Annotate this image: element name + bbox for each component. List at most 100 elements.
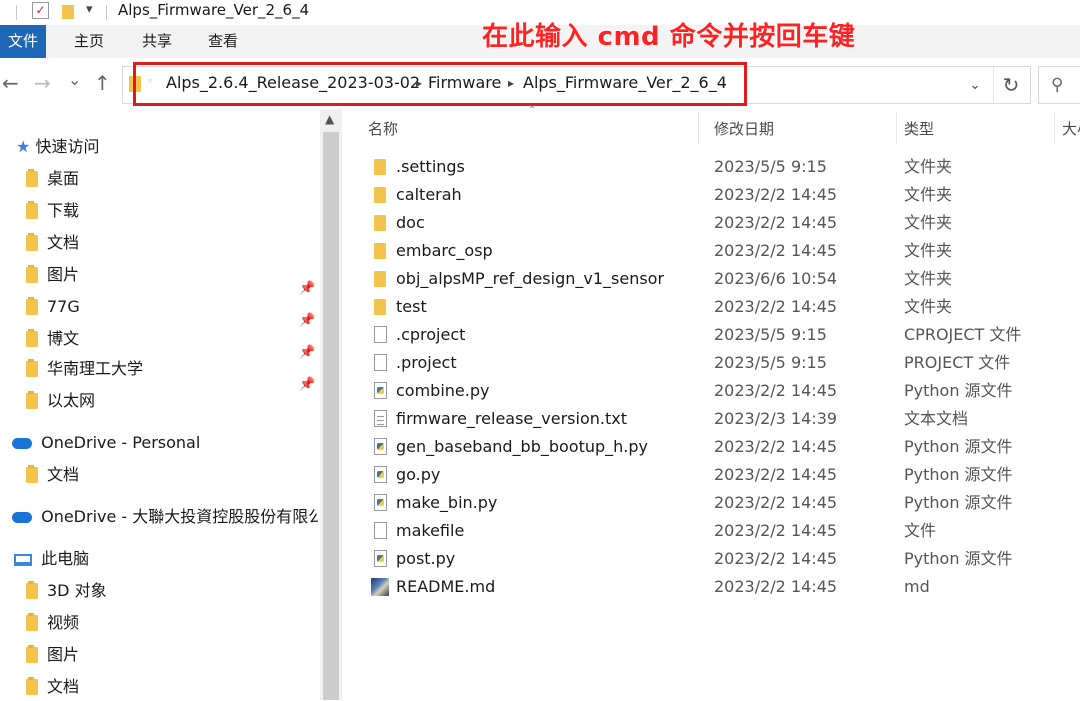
file-row[interactable]: test 2023/2/2 14:45 文件夹 [342,293,1080,321]
sidebar-item-pictures[interactable]: 图片 [26,261,79,289]
file-row[interactable]: .project 2023/5/5 9:15 PROJECT 文件 [342,349,1080,377]
navigation-pane: ★ 快速访问 桌面 📌 下载 📌 文档 📌 图片 📌 77G 博文 华南理工大学… [0,110,320,700]
sidebar-item-downloads[interactable]: 下载 [26,197,79,225]
sidebar-scrollbar[interactable]: ▲ [320,110,342,700]
star-icon: ★ [16,137,31,156]
file-row[interactable]: README.md 2023/2/2 14:45 md [342,573,1080,601]
sidebar-item-ethernet[interactable]: 以太网 [26,387,95,415]
tab-file[interactable]: 文件 [0,25,46,58]
folder-icon [26,391,38,409]
pin-icon[interactable]: 📌 [299,313,315,328]
folder-icon [26,465,38,483]
tab-view[interactable]: 查看 [200,25,246,58]
file-row[interactable]: makefile 2023/2/2 14:45 文件 [342,517,1080,545]
sidebar-item-3d-objects[interactable]: 3D 对象 [26,577,107,605]
pictures-folder-icon [26,645,38,663]
sidebar-item-scut[interactable]: 华南理工大学 [26,355,143,383]
column-divider[interactable] [1054,112,1055,144]
file-row[interactable]: gen_baseband_bb_bootup_h.py 2023/2/2 14:4… [342,433,1080,461]
file-row[interactable]: doc 2023/2/2 14:45 文件夹 [342,209,1080,237]
search-box[interactable]: ⚲ [1038,66,1080,104]
folder-icon [374,271,386,287]
column-date[interactable]: 修改日期 [714,118,774,139]
forward-arrow-icon[interactable]: → [34,72,51,94]
pin-icon[interactable]: 📌 [299,281,315,296]
scroll-up-icon[interactable]: ▲ [325,112,334,126]
window-title: Alps_Firmware_Ver_2_6_4 [118,1,310,19]
sidebar-item-onedrive-documents[interactable]: 文档 [26,461,79,489]
recent-locations-icon[interactable]: ⌄ [68,69,81,91]
file-row[interactable]: go.py 2023/2/2 14:45 Python 源文件 [342,461,1080,489]
folder-icon [26,329,38,347]
python-file-icon [374,494,387,511]
new-folder-icon[interactable] [62,5,74,19]
folder-icon [374,215,386,231]
folder-icon [374,159,386,175]
pictures-folder-icon [26,265,38,283]
file-row[interactable]: .cproject 2023/5/5 9:15 CPROJECT 文件 [342,321,1080,349]
3d-objects-folder-icon [26,581,38,599]
file-icon [374,522,387,539]
sidebar-item-desktop[interactable]: 桌面 [26,165,79,193]
sort-ascending-icon: ⌃ [528,105,537,116]
file-icon [374,326,387,343]
up-arrow-icon[interactable]: ↑ [94,72,111,94]
folder-icon [374,187,386,203]
markdown-file-icon [371,578,389,596]
annotation-highlight-box [133,62,747,106]
sidebar-item-pc-documents[interactable]: 文档 [26,673,79,701]
sidebar-item-pc-pictures[interactable]: 图片 [26,641,79,669]
file-row[interactable]: combine.py 2023/2/2 14:45 Python 源文件 [342,377,1080,405]
quick-access-dropdown-icon[interactable]: ▾ [86,2,93,17]
python-file-icon [374,550,387,567]
file-row[interactable]: obj_alpsMP_ref_design_v1_sensor 2023/6/6 … [342,265,1080,293]
pin-icon[interactable]: 📌 [299,345,315,360]
folder-icon [374,243,386,259]
python-file-icon [374,438,387,455]
sidebar-item-bowen[interactable]: 博文 [26,325,79,353]
sidebar-item-documents[interactable]: 文档 [26,229,79,257]
documents-folder-icon [26,677,38,695]
column-divider[interactable] [896,112,897,144]
column-size[interactable]: 大小 [1062,118,1080,139]
file-row[interactable]: embarc_osp 2023/2/2 14:45 文件夹 [342,237,1080,265]
back-arrow-icon[interactable]: ← [2,72,19,94]
sidebar-this-pc[interactable]: 此电脑 [14,545,89,573]
cloud-icon [12,438,32,449]
title-separator [16,5,17,20]
tab-home[interactable]: 主页 [66,25,112,58]
search-icon: ⚲ [1051,75,1064,95]
column-headers: ⌃ 名称 修改日期 类型 大小 [342,105,1080,144]
file-row[interactable]: make_bin.py 2023/2/2 14:45 Python 源文件 [342,489,1080,517]
pin-icon[interactable]: 📌 [299,377,315,392]
downloads-folder-icon [26,201,38,219]
file-row[interactable]: calterah 2023/2/2 14:45 文件夹 [342,181,1080,209]
refresh-icon[interactable]: ↻ [993,67,1028,103]
file-row[interactable]: post.py 2023/2/2 14:45 Python 源文件 [342,545,1080,573]
column-divider[interactable] [698,112,699,144]
videos-folder-icon [26,613,38,631]
sidebar-item-videos[interactable]: 视频 [26,609,79,637]
folder-icon [374,299,386,315]
documents-folder-icon [26,233,38,251]
folder-icon [26,297,38,315]
scrollbar-thumb[interactable] [323,132,339,700]
address-dropdown-icon[interactable]: ⌄ [961,67,989,103]
tab-share[interactable]: 共享 [134,25,180,58]
desktop-folder-icon [26,169,38,187]
sidebar-quick-access[interactable]: ★ 快速访问 [16,133,99,161]
column-name[interactable]: 名称 [368,118,398,139]
file-row[interactable]: firmware_release_version.txt 2023/2/3 14:… [342,405,1080,433]
sidebar-item-77g[interactable]: 77G [26,293,80,321]
sidebar-onedrive-personal[interactable]: OneDrive - Personal [12,429,200,457]
python-file-icon [374,466,387,483]
title-separator [106,5,107,20]
column-type[interactable]: 类型 [904,118,934,139]
annotation-label: 在此输入 cmd 命令并按回车键 [482,22,856,52]
text-file-icon [374,410,387,427]
file-row[interactable]: .settings 2023/5/5 9:15 文件夹 [342,153,1080,181]
file-icon [374,354,387,371]
sidebar-onedrive-org[interactable]: OneDrive - 大聯大投資控股股份有限公司 [12,503,318,531]
cloud-icon [12,512,32,523]
properties-check-icon[interactable]: ✓ [32,2,49,19]
